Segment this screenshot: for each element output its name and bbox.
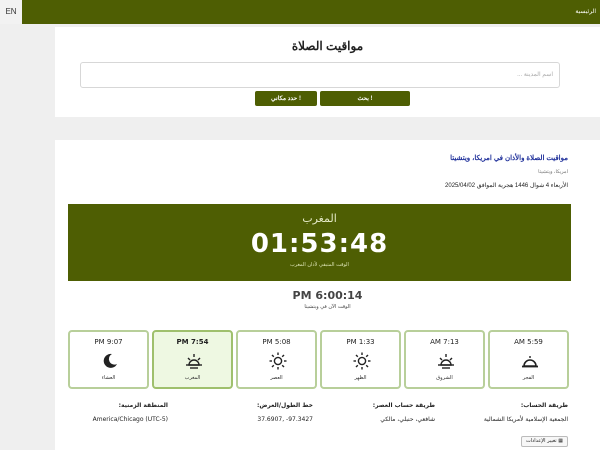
prayer-tile-isha: PM 9:07 العشاء — [68, 330, 149, 389]
current-time-caption: الوقت الآن في ويتشيتا — [304, 304, 351, 310]
date-line: الأربعاء 4 شوال 1446 هجرية الموافق 2025/… — [445, 183, 568, 189]
timezone-label: المنطقة الزمنية: — [118, 402, 168, 409]
prayer-time: PM 7:54 — [176, 338, 209, 346]
prayer-name: العشاء — [101, 375, 116, 381]
sun-icon — [353, 352, 371, 370]
prayer-tile-fajr: AM 5:59 الفجر — [488, 330, 569, 389]
calc-method-label: طريقة الحساب: — [520, 402, 568, 409]
prayer-tile-dhuhr: PM 1:33 الظهر — [320, 330, 401, 389]
search-button[interactable]: بحث ! — [320, 91, 410, 106]
city-search-input[interactable] — [80, 62, 560, 88]
countdown-caption: الوقت المتبقي لأذان المغرب — [290, 262, 349, 268]
prayer-name: الشروق — [436, 375, 453, 381]
coordinates-label: خط الطول/العرض: — [256, 402, 313, 409]
prayer-time: AM 5:59 — [514, 338, 543, 346]
calc-method-value: الجمعية الإسلامية لأمريكا الشمالية — [483, 416, 568, 423]
sunrise-icon — [438, 354, 454, 369]
prayer-time: PM 9:07 — [94, 338, 123, 346]
prayer-name: الظهر — [354, 375, 367, 381]
dawn-icon — [522, 356, 538, 368]
page-title: مواقيت الصلاة — [291, 39, 364, 53]
calc-method: طريقة الحساب: الجمعية الإسلامية لأمريكا … — [484, 402, 568, 423]
asr-method: طريقة حساب العصر: شافعي، حنبلي، مالكي — [373, 402, 435, 423]
prayer-time: PM 1:33 — [346, 338, 375, 346]
prayer-times-card: مواقيت الصلاة والأذان في امريكا، ويتشيتا… — [55, 140, 600, 450]
moon-icon — [103, 353, 117, 368]
current-time: PM 6:00:14 — [292, 289, 363, 302]
timezone: المنطقة الزمنية: America/Chicago (UTC-5) — [93, 402, 168, 423]
language-toggle[interactable]: EN — [0, 0, 22, 24]
next-prayer-countdown: المغرب 01:53:48 الوقت المتبقي لأذان المغ… — [68, 204, 571, 281]
countdown-timer: 01:53:48 — [250, 229, 389, 259]
prayer-name: العصر — [270, 375, 283, 381]
locate-me-button[interactable]: حدد مكاني ! — [255, 91, 317, 106]
coordinates-value: 97.3427- ,37.6907 — [257, 416, 313, 423]
prayer-time: PM 5:08 — [262, 338, 291, 346]
asr-method-label: طريقة حساب العصر: — [372, 402, 435, 409]
change-settings-label: تغيير الإعدادات — [525, 438, 557, 444]
top-nav-bar: EN الرئيسية — [0, 0, 600, 24]
prayer-tile-sunrise: AM 7:13 الشروق — [404, 330, 485, 389]
coordinates: خط الطول/العرض: 97.3427- ,37.6907 — [257, 402, 313, 423]
sun-icon — [269, 352, 287, 370]
change-settings-button[interactable]: ▦ تغيير الإعدادات — [520, 436, 568, 447]
home-link[interactable]: الرئيسية — [575, 0, 596, 24]
location-region: امريكا، ويتشيتا — [538, 169, 568, 175]
prayer-tiles: PM 9:07 العشاء PM 7:54 المغرب PM 5:08 ال… — [68, 330, 571, 390]
prayer-tile-maghrib: PM 7:54 المغرب — [152, 330, 233, 389]
settings-grid-icon: ▦ — [558, 438, 563, 444]
location-heading[interactable]: مواقيت الصلاة والأذان في امريكا، ويتشيتا — [450, 154, 568, 162]
prayer-time: AM 7:13 — [430, 338, 459, 346]
sunset-icon — [186, 354, 202, 369]
timezone-value: America/Chicago (UTC-5) — [92, 416, 168, 423]
asr-method-value: شافعي، حنبلي، مالكي — [380, 416, 435, 423]
prayer-name: الفجر — [522, 375, 535, 381]
search-card: مواقيت الصلاة بحث ! حدد مكاني ! — [55, 27, 600, 117]
prayer-name: المغرب — [184, 375, 201, 381]
prayer-tile-asr: PM 5:08 العصر — [236, 330, 317, 389]
next-prayer-name: المغرب — [302, 212, 337, 225]
